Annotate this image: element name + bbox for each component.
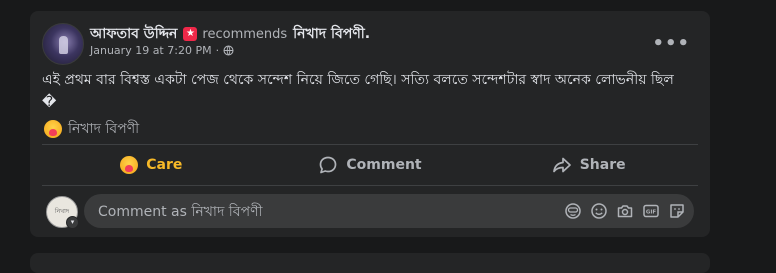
post-header: আফতাব উদ্দিন ★ recommends নিখাদ বিপণী. bbox=[90, 22, 370, 46]
author-avatar[interactable] bbox=[42, 23, 84, 65]
comment-label: Comment bbox=[346, 157, 422, 173]
recommends-text: recommends bbox=[202, 26, 288, 42]
chevron-down-icon[interactable]: ▾ bbox=[66, 216, 79, 229]
next-post-card bbox=[30, 253, 710, 273]
camera-icon[interactable] bbox=[616, 202, 634, 220]
comment-input[interactable] bbox=[96, 194, 540, 230]
gif-icon[interactable]: GIF bbox=[642, 202, 660, 220]
comment-button[interactable]: Comment bbox=[261, 148, 480, 182]
globe-icon bbox=[223, 45, 234, 56]
page-name-link[interactable]: নিখাদ বিপণী. bbox=[293, 22, 370, 46]
comment-box: GIF bbox=[84, 194, 694, 230]
svg-text:GIF: GIF bbox=[646, 210, 657, 216]
avatar-sticker-icon[interactable] bbox=[564, 202, 582, 220]
care-icon bbox=[120, 156, 139, 174]
sticker-icon[interactable] bbox=[668, 202, 686, 220]
comment-icon bbox=[320, 156, 337, 174]
emoji-icon[interactable] bbox=[590, 202, 608, 220]
care-label: Care bbox=[146, 157, 183, 173]
share-button[interactable]: Share bbox=[479, 148, 698, 182]
care-emoji-icon bbox=[44, 120, 62, 138]
post-actions: Care Comment Share bbox=[42, 148, 698, 182]
divider-bottom bbox=[42, 185, 698, 186]
post-meta: January 19 at 7:20 PM · bbox=[90, 44, 234, 57]
meta-separator: · bbox=[215, 44, 220, 57]
reaction-page-name[interactable]: নিখাদ বিপণী bbox=[68, 117, 139, 141]
post-body-text: এই প্রথম বার বিশ্বস্ত একটা পেজ থেকে সন্দ… bbox=[42, 72, 674, 110]
more-options-icon[interactable]: ••• bbox=[652, 33, 690, 54]
post-timestamp[interactable]: January 19 at 7:20 PM bbox=[90, 44, 212, 57]
share-icon bbox=[552, 157, 571, 173]
reaction-summary[interactable]: নিখাদ বিপণী bbox=[44, 117, 139, 141]
care-button[interactable]: Care bbox=[42, 148, 261, 182]
post-card: আফতাব উদ্দিন ★ recommends নিখাদ বিপণী. J… bbox=[30, 11, 710, 237]
divider-top bbox=[42, 144, 698, 145]
star-badge-icon: ★ bbox=[183, 27, 198, 41]
author-name[interactable]: আফতাব উদ্দিন bbox=[90, 22, 177, 46]
share-label: Share bbox=[579, 157, 626, 173]
comment-tools: GIF bbox=[564, 202, 686, 220]
